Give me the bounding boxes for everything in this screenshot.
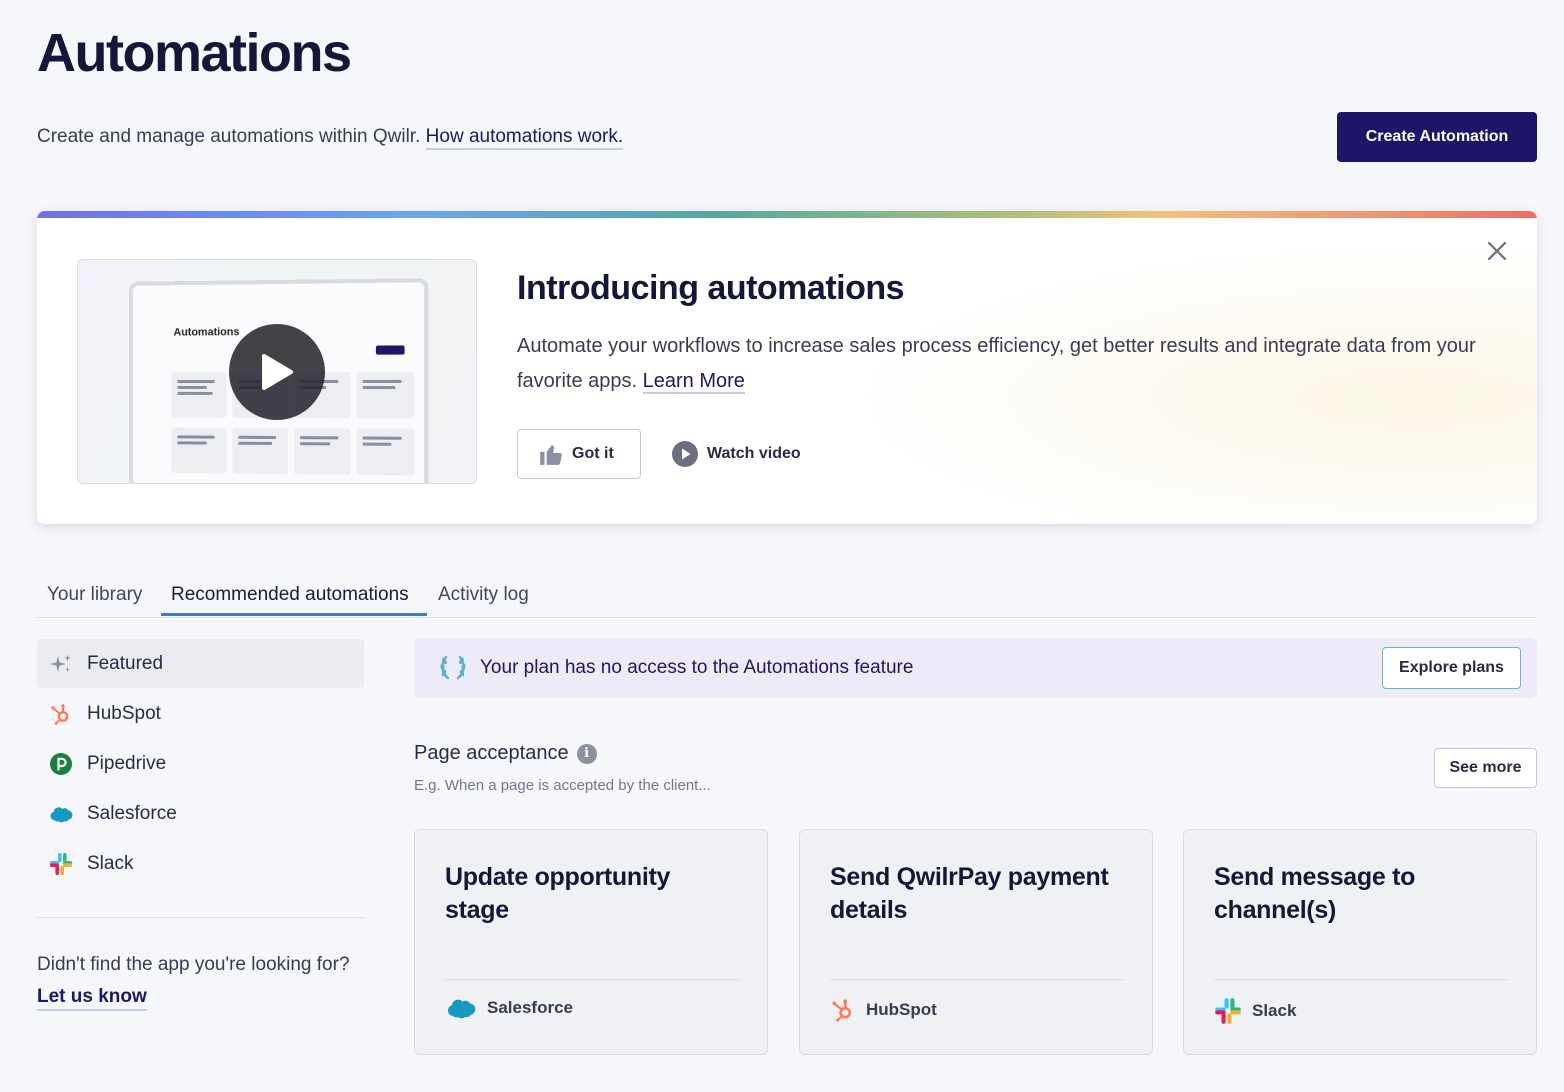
close-icon[interactable] [1483,237,1511,265]
automation-card[interactable]: Send message to channel(s) Slack [1183,829,1537,1055]
page-title: Automations [37,23,352,83]
sidebar-item-label: Slack [87,852,134,874]
card-title: Send QwilrPay payment details [830,863,1109,924]
laurel-icon [440,655,466,680]
sidebar-item-hubspot[interactable]: HubSpot [37,689,364,738]
card-title: Send message to channel(s) [1214,863,1416,924]
play-circle-icon [672,441,698,467]
sparkle-icon [49,652,73,676]
pipedrive-icon [49,752,73,776]
automation-card[interactable]: Send QwilrPay payment details HubSpot [799,829,1153,1055]
sidebar-item-pipedrive[interactable]: Pipedrive [37,739,364,788]
sidebar-item-label: Pipedrive [87,752,167,774]
play-icon[interactable] [229,324,325,420]
card-app: Salesforce [445,997,573,1019]
thumbnail-title: Automations [173,326,240,339]
plan-notice-text: Your plan has no access to the Automatio… [480,657,914,678]
let-us-know-link[interactable]: Let us know [37,986,147,1011]
slack-icon [49,852,73,876]
see-more-button[interactable]: See more [1434,748,1537,788]
salesforce-icon [447,999,476,1019]
create-automation-button[interactable]: Create Automation [1337,112,1537,162]
active-tab-indicator [161,613,427,616]
info-icon[interactable]: i [576,743,597,764]
section-title: Page acceptance i [414,742,597,765]
card-title: Update opportunity stage [445,863,671,924]
intro-banner: Automations Introducing automations Auto… [37,211,1537,524]
hubspot-icon [832,999,852,1022]
sidebar-item-label: Salesforce [87,802,177,824]
banner-heading: Introducing automations [517,269,905,307]
how-automations-work-link[interactable]: How automations work. [425,126,624,150]
section-subtitle: E.g. When a page is accepted by the clie… [414,777,711,794]
got-it-button[interactable]: Got it [517,429,641,479]
sidebar-divider [37,917,364,918]
salesforce-icon [49,802,73,826]
watch-video-button[interactable]: Watch video [671,440,801,468]
thumbs-up-icon [540,445,562,465]
sidebar-item-label: HubSpot [87,702,161,724]
sidebar-item-salesforce[interactable]: Salesforce [37,789,364,838]
card-app: Slack [1214,997,1296,1025]
automation-tabs: Your library Recommended automations Act… [37,580,1537,618]
tab-your-library[interactable]: Your library [47,584,142,618]
subtitle-text: Create and manage automations within Qwi… [37,126,421,147]
sidebar-item-slack[interactable]: Slack [37,839,364,888]
sidebar-item-label: Featured [87,652,164,674]
card-app: HubSpot [830,997,937,1023]
hubspot-icon [49,702,73,726]
banner-description: Automate your workflows to increase sale… [517,335,1476,394]
sidebar-item-featured[interactable]: Featured [37,639,364,688]
tab-activity-log[interactable]: Activity log [438,584,529,618]
video-thumbnail[interactable]: Automations [77,259,477,484]
slack-icon [1215,998,1241,1024]
plan-notice: Your plan has no access to the Automatio… [414,638,1537,698]
learn-more-link[interactable]: Learn More [642,370,745,394]
page-subtitle: Create and manage automations within Qwi… [37,126,624,150]
explore-plans-button[interactable]: Explore plans [1382,647,1521,689]
missing-app-text: Didn't find the app you're looking for? [37,954,350,975]
automation-card[interactable]: Update opportunity stage Salesforce [414,829,768,1055]
